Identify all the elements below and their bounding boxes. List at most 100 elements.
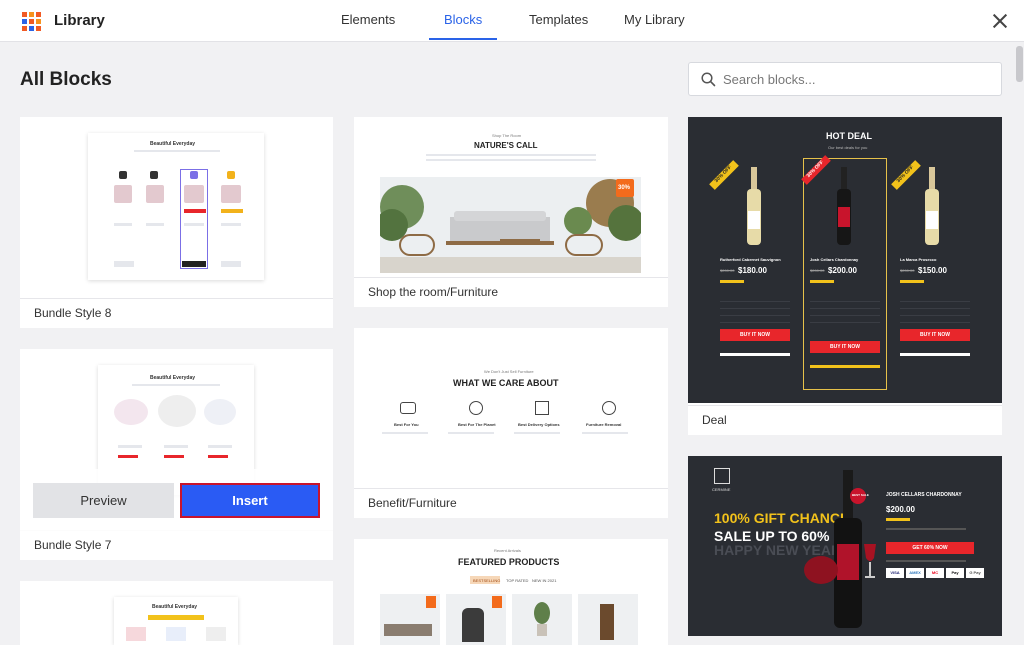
ribbon-text: 30% OFF — [895, 164, 915, 184]
spec-list — [810, 295, 880, 325]
preview-text-line — [208, 445, 232, 448]
preview-title: Beautiful Everyday — [150, 141, 196, 147]
block-card-bundle[interactable]: Beautiful Everyday — [20, 581, 333, 645]
plant-sofa-illustration — [380, 177, 641, 273]
preview-room-image — [380, 177, 641, 273]
payment-google-pay: G Pay — [966, 568, 984, 578]
block-card-deal[interactable]: HOT DEAL Our best deals for you 30% OFF … — [688, 117, 1002, 435]
deal-price: $200.00 — [828, 266, 857, 275]
preview-product-image — [126, 627, 146, 641]
preview-button — [221, 209, 243, 213]
payment-amex: AMEX — [906, 568, 924, 578]
rating-stars — [810, 280, 834, 283]
preview-product-image — [206, 627, 226, 641]
ribbon-text: 30% OFF — [713, 164, 733, 184]
preview-title: Beautiful Everyday — [150, 375, 196, 381]
tab-my-library[interactable]: My Library — [624, 12, 685, 27]
preview-text-line — [114, 223, 132, 226]
deal-ribbon: 30% OFF — [709, 160, 739, 190]
preview-product-image — [512, 594, 572, 645]
preview-text-line — [132, 384, 220, 386]
page-title: All Blocks — [20, 69, 112, 90]
block-card-wine-sale[interactable]: CERMINE 100% GIFT CHANCE SALE UP TO 60% … — [688, 456, 1002, 636]
product-price: $200.00 — [886, 505, 915, 514]
insert-button[interactable]: Insert — [180, 483, 320, 518]
preview-icon — [400, 402, 416, 414]
tab-templates[interactable]: Templates — [529, 12, 588, 27]
preview-text-line — [448, 432, 494, 434]
preview-kicker: Shop The Room — [492, 133, 522, 138]
benefit-item: Furniture Removal — [586, 422, 622, 427]
card-caption: Shop the room/Furniture — [354, 277, 668, 307]
card-title: Benefit/Furniture — [368, 496, 457, 510]
logo-dot — [22, 12, 27, 17]
deal-ribbon: 30% OFF — [891, 160, 921, 190]
preview-sofa — [384, 624, 432, 636]
preview-icon — [227, 171, 235, 179]
top-bar: Library Elements Blocks Templates My Lib… — [0, 0, 1024, 42]
deal-product-name: La Marca Prosecco — [900, 257, 937, 262]
deal-price: $180.00 — [738, 266, 767, 275]
search-box — [688, 62, 1002, 96]
preview-text-line — [146, 223, 164, 226]
preview-title: NATURE'S CALL — [474, 141, 538, 150]
card-caption: Bundle Style 8 — [20, 298, 333, 328]
progress-bar — [810, 365, 880, 368]
preview-text-line — [426, 154, 596, 156]
logo-dot — [22, 26, 27, 31]
preview-button[interactable]: Preview — [33, 483, 174, 518]
search-input[interactable] — [723, 69, 993, 89]
preview-highlight — [180, 169, 208, 269]
preview-cabinet — [600, 604, 614, 640]
scrollbar-thumb[interactable] — [1016, 46, 1023, 82]
block-card-shop-the-room[interactable]: Shop The Room NATURE'S CALL 30% Shop the… — [354, 117, 668, 307]
block-card-benefit[interactable]: We Don't Just Sell Furniture WHAT WE CAR… — [354, 328, 668, 518]
block-card-featured-products[interactable]: Recent Arrivals FEATURED PRODUCTS BESTSE… — [354, 539, 668, 645]
wine-glass-icon — [864, 544, 876, 578]
preview-badge: 30% — [616, 179, 634, 197]
wine-bottle-icon — [747, 167, 761, 245]
card-caption: Deal — [688, 405, 1002, 435]
block-preview: Beautiful Everyday — [114, 597, 238, 645]
close-icon[interactable] — [990, 11, 1010, 31]
card-caption: Bundle Style 7 — [20, 530, 333, 560]
preview-text-line — [382, 432, 428, 434]
tab-blocks[interactable]: Blocks — [444, 12, 482, 27]
preview-pot — [537, 624, 547, 636]
payment-visa: VISA — [886, 568, 904, 578]
preview-product-image — [578, 594, 638, 645]
preview-product-image — [114, 185, 132, 203]
logo-dot — [36, 19, 41, 24]
preview-button — [221, 261, 241, 267]
best-sale-badge: BEST SALE — [850, 488, 869, 504]
preview-kicker: Recent Arrivals — [494, 548, 521, 553]
buy-now-button: BUY IT NOW — [720, 329, 790, 341]
scrollbar[interactable] — [1015, 42, 1024, 645]
preview-icon — [190, 171, 198, 179]
payment-mastercard: MC — [926, 568, 944, 578]
block-card-bundle-style-8[interactable]: Beautiful Everyday Bundle Style 8 — [20, 117, 333, 328]
preview-button — [182, 261, 206, 267]
grapes-image — [804, 556, 838, 584]
preview-product-image — [166, 627, 186, 641]
preview-product-image — [146, 185, 164, 203]
preview-subtitle: Our best deals for you — [828, 145, 868, 150]
preview-title: FEATURED PRODUCTS — [458, 557, 560, 567]
wine-bottle-icon — [925, 167, 939, 245]
card-title: Bundle Style 8 — [34, 306, 112, 320]
preview-tab-label: BESTSELLING — [473, 578, 501, 583]
tab-elements[interactable]: Elements — [341, 12, 395, 27]
preview-title: WHAT WE CARE ABOUT — [453, 378, 559, 388]
preview-title: Beautiful Everyday — [152, 604, 198, 610]
spec-list — [900, 295, 970, 325]
preview-tabs — [148, 615, 204, 620]
preview-badge — [492, 596, 502, 608]
preview-icon — [535, 401, 549, 415]
rating-stars — [886, 518, 910, 521]
preview-title: HOT DEAL — [826, 131, 872, 141]
benefit-item: Best Delivery Options — [518, 422, 560, 427]
progress-bar — [900, 353, 970, 356]
preview-button — [184, 209, 206, 213]
block-preview: HOT DEAL Our best deals for you 30% OFF … — [688, 117, 1002, 403]
preview-icon — [150, 171, 158, 179]
